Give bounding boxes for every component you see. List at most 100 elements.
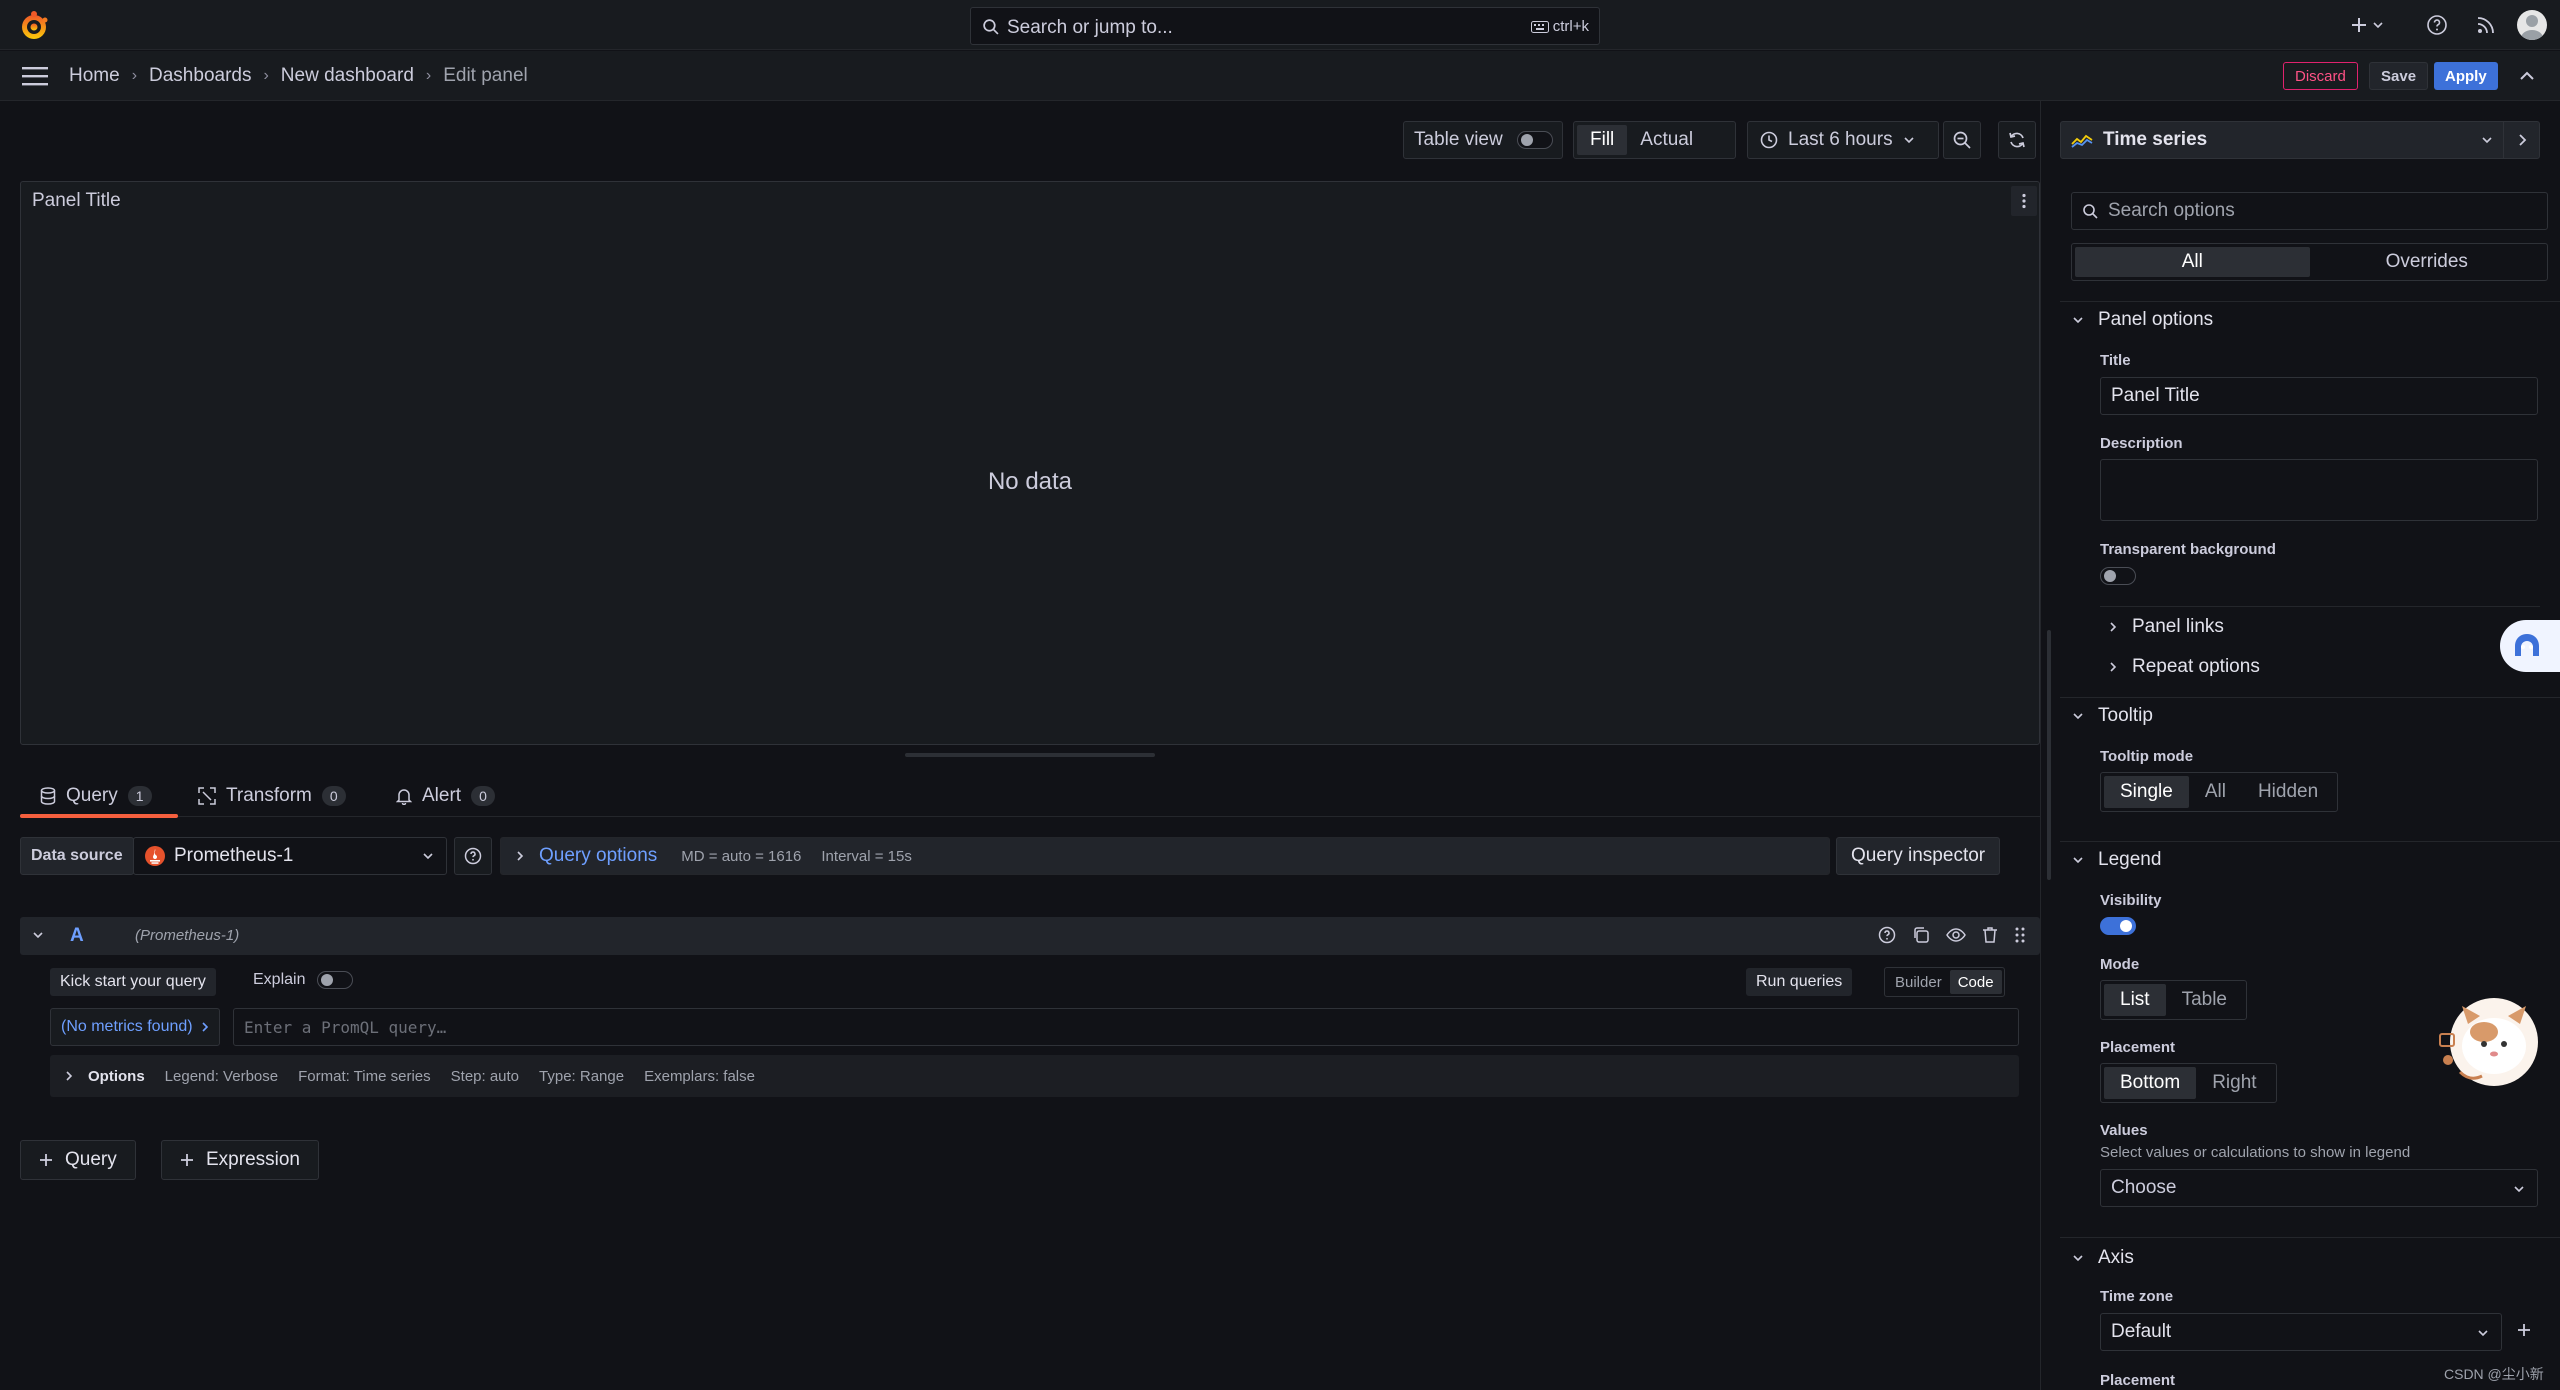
chevron-down-icon[interactable] xyxy=(32,929,44,941)
tooltip-mode-all[interactable]: All xyxy=(2189,776,2242,808)
time-series-icon xyxy=(2071,134,2093,148)
user-avatar[interactable] xyxy=(2517,10,2547,40)
query-options-title[interactable]: Query options xyxy=(539,845,657,867)
eye-icon[interactable] xyxy=(1946,926,1966,944)
title-input[interactable]: Panel Title xyxy=(2100,377,2538,415)
scrollbar[interactable] xyxy=(2047,630,2051,880)
builder-mode-option[interactable]: Builder xyxy=(1887,970,1950,994)
legend-visibility-switch[interactable] xyxy=(2100,917,2136,935)
chevron-up-icon[interactable] xyxy=(2518,67,2536,85)
plus-icon xyxy=(2518,1324,2530,1336)
drag-handle-icon[interactable] xyxy=(2014,926,2026,944)
tab-alert[interactable]: Alert 0 xyxy=(396,781,495,811)
section-panel-options[interactable]: Panel options xyxy=(2072,309,2213,331)
datasource-help-button[interactable] xyxy=(454,837,492,875)
query-row-actions xyxy=(1878,926,2026,944)
tooltip-mode-single[interactable]: Single xyxy=(2104,776,2189,808)
metrics-browser-button[interactable]: (No metrics found) xyxy=(50,1008,220,1046)
table-view-toggle[interactable]: Table view xyxy=(1403,121,1563,159)
global-search[interactable]: Search or jump to... ctrl+k xyxy=(970,7,1600,45)
tooltip-mode-hidden[interactable]: Hidden xyxy=(2242,776,2334,808)
tab-overrides[interactable]: Overrides xyxy=(2310,247,2545,277)
search-placeholder: Search or jump to... xyxy=(1007,17,1173,38)
explain-label: Explain xyxy=(253,971,306,988)
options-search-input[interactable]: Search options xyxy=(2071,192,2548,230)
breadcrumb-dashboards[interactable]: Dashboards xyxy=(149,65,251,87)
chevron-down-icon xyxy=(2481,134,2493,146)
explain-switch[interactable] xyxy=(317,971,354,989)
discard-button[interactable]: Discard xyxy=(2283,62,2358,90)
promql-placeholder: Enter a PromQL query… xyxy=(244,1017,447,1037)
repeat-options-toggle[interactable]: Repeat options xyxy=(2100,647,2540,687)
hamburger-menu-icon[interactable] xyxy=(22,65,48,87)
query-options-bar[interactable]: Query options MD = auto = 1616 Interval … xyxy=(500,837,1830,875)
more-vertical-icon xyxy=(2022,193,2026,209)
trash-icon[interactable] xyxy=(1982,926,1998,944)
tab-all[interactable]: All xyxy=(2075,247,2310,277)
datasource-label: Data source xyxy=(20,837,134,875)
metrics-browser-label: (No metrics found) xyxy=(61,1018,193,1035)
kick-start-query-button[interactable]: Kick start your query xyxy=(50,968,216,996)
pane-resize-handle[interactable] xyxy=(905,753,1155,757)
query-options-md: MD = auto = 1616 xyxy=(681,847,802,865)
apply-button[interactable]: Apply xyxy=(2434,62,2498,90)
save-button[interactable]: Save xyxy=(2369,62,2429,90)
transparent-background-switch[interactable] xyxy=(2100,567,2136,585)
query-inspector-button[interactable]: Query inspector xyxy=(1836,837,2001,875)
mascot-image[interactable] xyxy=(2432,994,2542,1094)
add-expression-button[interactable]: Expression xyxy=(161,1140,319,1180)
pane-divider[interactable] xyxy=(2040,101,2041,1390)
legend-mode-list[interactable]: List xyxy=(2104,984,2166,1016)
keyboard-shortcut-hint: ctrl+k xyxy=(1530,18,1589,35)
timezone-select[interactable]: Default xyxy=(2100,1313,2502,1351)
help-icon[interactable] xyxy=(2425,13,2449,37)
panel-title[interactable]: Panel Title xyxy=(32,190,121,212)
section-divider xyxy=(2060,697,2560,698)
panel-links-toggle[interactable]: Panel links xyxy=(2100,606,2540,646)
breadcrumb-home[interactable]: Home xyxy=(69,65,120,87)
title-input-value: Panel Title xyxy=(2111,385,2200,406)
query-options-summary[interactable]: Options Legend: Verbose Format: Time ser… xyxy=(50,1055,2019,1097)
description-textarea[interactable] xyxy=(2100,459,2538,521)
run-queries-button[interactable]: Run queries xyxy=(1746,968,1853,996)
tab-transform[interactable]: Transform 0 xyxy=(198,781,346,811)
visualization-picker[interactable]: Time series xyxy=(2060,121,2540,159)
grafana-logo-icon[interactable] xyxy=(18,10,50,42)
section-axis[interactable]: Axis xyxy=(2072,1247,2134,1269)
table-view-switch[interactable] xyxy=(1516,131,1553,149)
assistant-float-button[interactable] xyxy=(2500,620,2560,672)
legend-values-select[interactable]: Choose xyxy=(2100,1169,2538,1207)
news-feed-icon[interactable] xyxy=(2474,13,2498,37)
explain-toggle: Explain xyxy=(253,971,354,989)
legend-placement-bottom[interactable]: Bottom xyxy=(2104,1067,2197,1099)
refresh-button[interactable] xyxy=(1998,121,2036,159)
tab-alert-label: Alert xyxy=(422,785,462,806)
section-tooltip[interactable]: Tooltip xyxy=(2072,705,2153,727)
query-options-interval: Interval = 15s xyxy=(821,847,912,865)
actual-option[interactable]: Actual xyxy=(1627,125,1706,155)
time-range-picker[interactable]: Last 6 hours xyxy=(1747,121,1939,159)
add-timezone-button[interactable] xyxy=(2516,1322,2532,1338)
option-exemplars: Exemplars: false xyxy=(644,1067,755,1085)
search-icon xyxy=(2083,204,2098,219)
query-ref-id[interactable]: A xyxy=(70,925,84,947)
zoom-out-button[interactable] xyxy=(1943,121,1981,159)
code-mode-option[interactable]: Code xyxy=(1949,970,2002,994)
panel-menu-button[interactable] xyxy=(2011,186,2037,216)
duplicate-icon[interactable] xyxy=(1912,926,1930,944)
legend-mode-table[interactable]: Table xyxy=(2166,984,2243,1016)
plus-icon xyxy=(181,1154,193,1166)
promql-query-input[interactable]: Enter a PromQL query… xyxy=(233,1008,2019,1046)
legend-placement-right[interactable]: Right xyxy=(2196,1067,2272,1099)
new-plus-menu[interactable] xyxy=(2350,13,2390,37)
tab-query[interactable]: Query 1 xyxy=(40,781,152,811)
title-field-label: Title xyxy=(2100,352,2131,369)
datasource-select[interactable]: Prometheus-1 xyxy=(133,837,447,875)
chevron-down-icon xyxy=(2073,857,2083,864)
add-query-button[interactable]: Query xyxy=(20,1140,136,1180)
chevron-right-icon[interactable] xyxy=(2503,122,2539,158)
fill-option[interactable]: Fill xyxy=(1577,125,1628,155)
breadcrumb-new-dashboard[interactable]: New dashboard xyxy=(281,65,414,87)
section-legend[interactable]: Legend xyxy=(2072,849,2161,871)
help-icon[interactable] xyxy=(1878,926,1896,944)
